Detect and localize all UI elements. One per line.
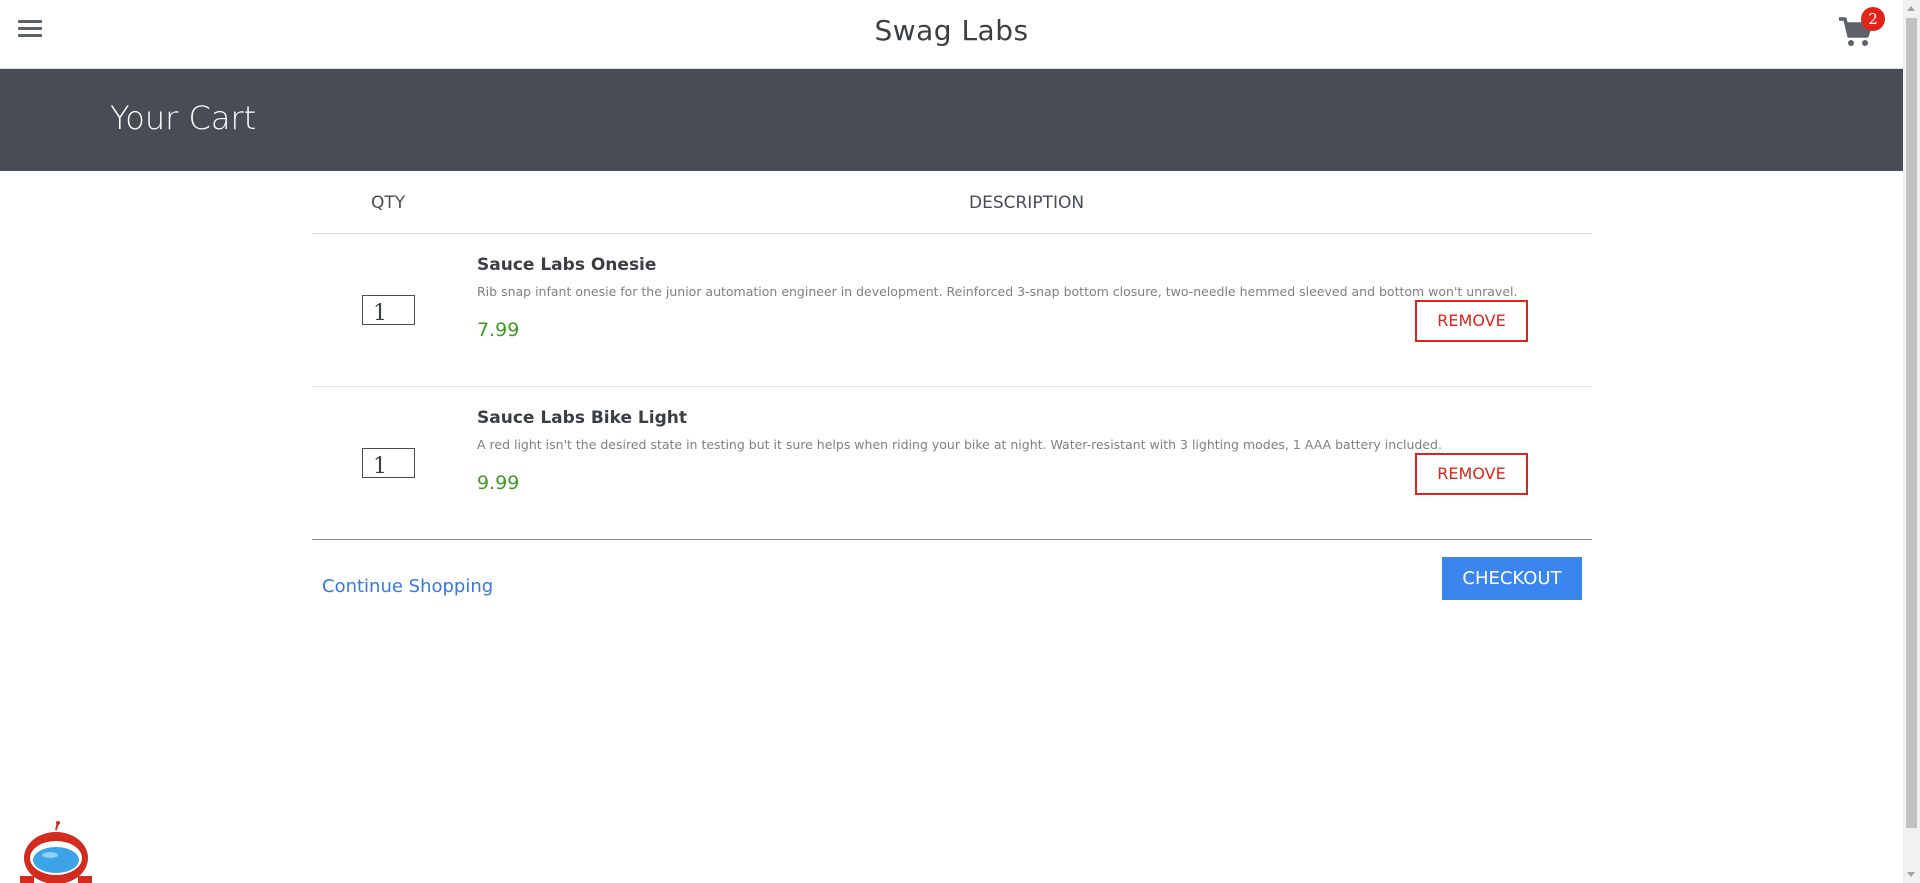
item-name-link[interactable]: Sauce Labs Bike Light [477,408,687,428]
cart-item: 1 Sauce Labs Onesie Rib snap infant ones… [312,234,1592,387]
continue-shopping-link[interactable]: Continue Shopping [322,576,493,597]
cart-item: 1 Sauce Labs Bike Light A red light isn'… [312,387,1592,540]
cart-column-headers: QTY DESCRIPTION [312,171,1592,234]
description-column-header: DESCRIPTION [969,193,1085,213]
cart-count-badge: 2 [1861,7,1885,31]
item-description: Rib snap infant onesie for the junior au… [477,284,1518,299]
cart-list: QTY DESCRIPTION 1 Sauce Labs Onesie Rib … [312,171,1592,620]
item-price: 9.99 [477,472,520,494]
remove-button[interactable]: REMOVE [1415,300,1528,342]
checkout-button[interactable]: CHECKOUT [1442,557,1582,600]
robot-mascot-icon [20,821,92,883]
primary-header: Swag Labs 2 [0,0,1903,69]
item-quantity: 1 [362,448,415,478]
app-title: Swag Labs [874,14,1029,47]
page-title: Your Cart [110,99,257,137]
item-description: A red light isn't the desired state in t… [477,437,1442,452]
scroll-up-arrow-icon[interactable] [1907,6,1915,11]
qty-column-header: QTY [371,193,406,213]
remove-button[interactable]: REMOVE [1415,453,1528,495]
secondary-header: Your Cart [0,69,1903,171]
app-root: Swag Labs 2 Your Cart QTY DESCRIPTION 1 … [0,0,1920,883]
vertical-scrollbar[interactable] [1903,0,1920,883]
scrollbar-thumb[interactable] [1906,18,1917,828]
item-quantity: 1 [362,295,415,325]
item-price: 7.99 [477,319,520,341]
item-name-link[interactable]: Sauce Labs Onesie [477,255,656,275]
cart-footer: Continue Shopping CHECKOUT [312,540,1592,620]
scroll-down-arrow-icon[interactable] [1907,872,1915,877]
